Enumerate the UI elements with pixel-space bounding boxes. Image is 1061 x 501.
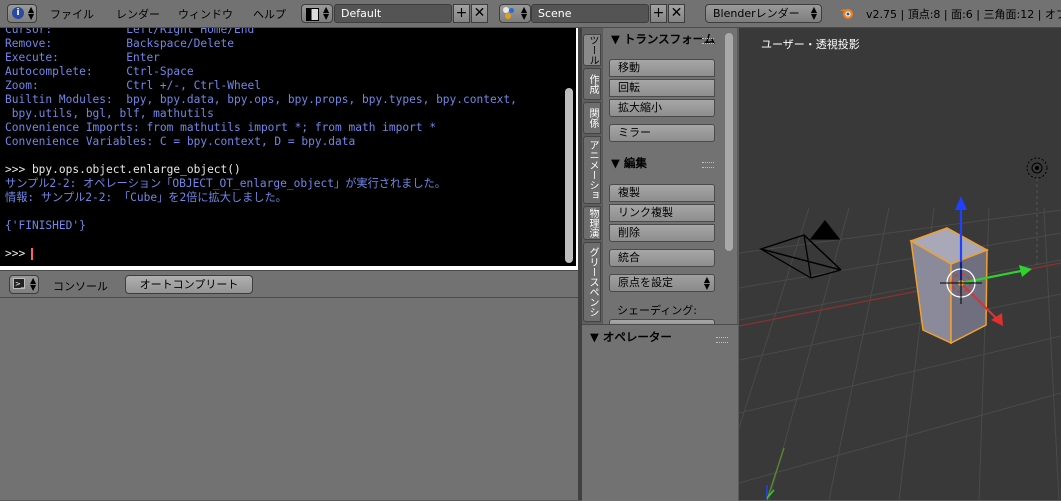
mirror-button[interactable]: ミラー	[609, 124, 715, 142]
tab-animation[interactable]: アニメーション	[583, 136, 601, 204]
render-engine-label: Blenderレンダー	[713, 7, 800, 20]
tab-tools[interactable]: ツール	[583, 34, 601, 66]
scene-name[interactable]: Scene	[531, 4, 649, 23]
close-icon: ✕	[670, 5, 683, 21]
chevron-updown-icon: ▲ ▼	[323, 5, 330, 21]
cube-object	[909, 227, 989, 345]
scene-icon	[503, 7, 515, 19]
text-cursor	[31, 248, 33, 260]
console-header: >_ ▲ ▼ コンソール オートコンプリート	[0, 270, 578, 298]
info-icon: i	[12, 7, 24, 19]
console-area: Cursor: Left/Right Home/End Remove: Backs…	[0, 28, 578, 270]
operator-panel-header[interactable]: ▼ オペレーター	[582, 327, 738, 347]
tab-create[interactable]: 作成	[583, 68, 601, 100]
panel-grip-icon[interactable]	[702, 162, 714, 168]
triangle-down-icon: ▼	[611, 32, 620, 46]
shading-label: シェーディング:	[617, 304, 697, 317]
operator-panel-title: オペレーター	[602, 330, 672, 344]
rotate-button[interactable]: 回転	[609, 79, 715, 97]
console-scrollbar[interactable]	[565, 88, 573, 263]
chevron-updown-icon: ▲ ▼	[30, 276, 37, 292]
editor-type-button[interactable]: i ▲ ▼	[7, 4, 37, 23]
remove-screen-button[interactable]: ✕	[471, 4, 488, 23]
render-engine-selector[interactable]: Blenderレンダー ▲ ▼	[705, 4, 822, 23]
chevron-updown-icon: ▲ ▼	[28, 5, 35, 21]
toolshelf: ▼ トランスフォーム 移動 回転 拡大縮小 ミラー ▼ 編集 複製 リンク複製 …	[603, 28, 737, 324]
translate-button[interactable]: 移動	[609, 59, 715, 77]
camera-object	[758, 219, 842, 279]
info-header: i ▲ ▼ ファイル レンダー ウィンドウ ヘルプ ▲ ▼ Default + ✕ …	[0, 0, 1061, 28]
tab-grease-pencil[interactable]: グリースペンシル	[583, 242, 601, 322]
chevron-updown-icon: ▲ ▼	[703, 275, 710, 291]
operator-panel: ▼ オペレーター	[582, 324, 738, 501]
duplicate-button[interactable]: 複製	[609, 184, 715, 202]
plus-icon: +	[652, 5, 665, 21]
tab-relations[interactable]: 関係	[583, 102, 601, 134]
console-line: >>> bpy.ops.object.enlarge_object()	[5, 163, 241, 176]
menu-window[interactable]: ウィンドウ	[178, 6, 233, 22]
console-line: Convenience Variables: C = bpy.context, …	[5, 135, 356, 148]
edit-panel-title: 編集	[623, 156, 647, 170]
plus-icon: +	[455, 5, 468, 21]
console-line: Zoom: Ctrl +/-, Ctrl-Wheel	[5, 79, 261, 92]
autocomplete-button[interactable]: オートコンプリート	[125, 275, 253, 294]
menu-file[interactable]: ファイル	[50, 6, 94, 22]
viewport-scene	[739, 157, 1061, 500]
tab-physics[interactable]: 物理演算	[583, 206, 601, 240]
toolshelf-tabs: ツール 作成 関係 アニメーション 物理演算 グリースペンシル	[582, 28, 602, 324]
triangle-down-icon: ▼	[611, 156, 620, 170]
console-icon: >_	[13, 278, 25, 289]
console-menu[interactable]: コンソール	[53, 278, 108, 294]
3d-viewport[interactable]: ユーザー・透視投影	[739, 28, 1061, 500]
add-scene-button[interactable]: +	[650, 4, 667, 23]
edit-panel-header[interactable]: ▼ 編集	[603, 153, 737, 173]
menu-help[interactable]: ヘルプ	[253, 6, 286, 22]
console-line: 情報: サンプル2-2: 「Cube」を2倍に拡大しました。	[5, 191, 287, 204]
scale-button[interactable]: 拡大縮小	[609, 99, 715, 117]
duplicate-linked-button[interactable]: リンク複製	[609, 204, 715, 222]
add-screen-button[interactable]: +	[453, 4, 470, 23]
layout-grid-icon	[306, 8, 319, 21]
join-button[interactable]: 統合	[609, 249, 715, 267]
remove-scene-button[interactable]: ✕	[668, 4, 685, 23]
console-line: bpy.utils, bgl, blf, mathutils	[5, 107, 214, 120]
panel-grip-icon[interactable]	[716, 337, 728, 343]
console-line: Cursor: Left/Right Home/End	[5, 28, 255, 36]
triangle-down-icon: ▼	[590, 330, 599, 344]
scene-selector[interactable]: ▲ ▼	[499, 4, 531, 23]
chevron-updown-icon: ▲ ▼	[810, 5, 817, 21]
scene-stats: v2.75 | 頂点:8 | 面:6 | 三角面:12 | オブジ	[866, 8, 1061, 21]
menu-render[interactable]: レンダー	[116, 6, 160, 22]
screen-layout-selector[interactable]: ▲ ▼	[301, 4, 333, 23]
set-origin-label: 原点を設定	[618, 276, 673, 289]
console-empty-area	[0, 298, 578, 500]
panel-grip-icon[interactable]	[702, 38, 714, 44]
delete-button[interactable]: 削除	[609, 224, 715, 242]
console-line: >>>	[5, 247, 32, 260]
console-line: {'FINISHED'}	[5, 219, 86, 232]
console-line: Autocomplete: Ctrl-Space	[5, 65, 194, 78]
blender-logo-icon	[840, 6, 854, 20]
console-line: Builtin Modules: bpy, bpy.data, bpy.ops,…	[5, 93, 517, 106]
console-line: Convenience Imports: from mathutils impo…	[5, 121, 437, 134]
close-icon: ✕	[473, 5, 486, 21]
floor-grid	[739, 207, 1061, 500]
transform-panel-header[interactable]: ▼ トランスフォーム	[603, 29, 737, 49]
toolshelf-scrollbar[interactable]	[725, 33, 733, 251]
screen-layout-name[interactable]: Default	[334, 4, 452, 23]
viewport-view-label: ユーザー・透視投影	[761, 38, 860, 51]
console-line: Remove: Backspace/Delete	[5, 37, 235, 50]
set-origin-dropdown[interactable]: 原点を設定 ▲ ▼	[609, 274, 715, 292]
python-console[interactable]: Cursor: Left/Right Home/End Remove: Backs…	[0, 28, 576, 266]
editor-type-button[interactable]: >_ ▲ ▼	[9, 275, 39, 294]
console-line: サンプル2-2: オペレーション「OBJECT_OT_enlarge_objec…	[5, 177, 446, 190]
chevron-updown-icon: ▲ ▼	[521, 5, 528, 21]
console-line: Execute: Enter	[5, 51, 160, 64]
